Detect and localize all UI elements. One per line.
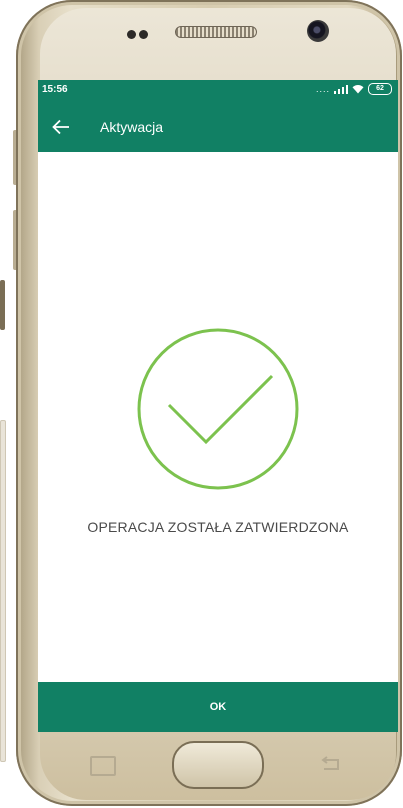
- confirmation-content: OPERACJA ZOSTAŁA ZATWIERDZONA: [38, 152, 398, 682]
- wifi-icon: [352, 85, 364, 94]
- screen: 15:56 .... 62 Aktywacja OPERACJA ZOSTAŁA…: [38, 80, 398, 732]
- page-title: Aktywacja: [100, 119, 164, 135]
- status-bar: 15:56 .... 62: [38, 80, 398, 102]
- earpiece-speaker: [175, 26, 257, 38]
- signal-bars-icon: [334, 84, 348, 94]
- sensor-dots: [127, 26, 151, 44]
- recent-apps-icon[interactable]: [90, 756, 116, 776]
- front-camera: [307, 20, 329, 42]
- checkmark-circle-icon: [137, 328, 299, 490]
- sensor-dot: [127, 30, 136, 39]
- battery-icon: 62: [368, 83, 392, 95]
- arrow-left-icon[interactable]: [50, 116, 72, 138]
- app-bar: Aktywacja: [38, 102, 398, 152]
- network-dots-icon: ....: [315, 84, 330, 94]
- status-icons: .... 62: [316, 83, 392, 95]
- status-time: 15:56: [42, 84, 68, 95]
- sensor-dot: [139, 30, 148, 39]
- home-button[interactable]: [172, 741, 264, 789]
- bixby-button: [0, 280, 5, 330]
- device-mockup: 15:56 .... 62 Aktywacja OPERACJA ZOSTAŁA…: [0, 0, 403, 808]
- status-message: OPERACJA ZOSTAŁA ZATWIERDZONA: [87, 519, 349, 535]
- nav-back-icon[interactable]: [318, 754, 344, 774]
- device-edge: [0, 420, 6, 762]
- ok-button[interactable]: OK: [38, 682, 398, 732]
